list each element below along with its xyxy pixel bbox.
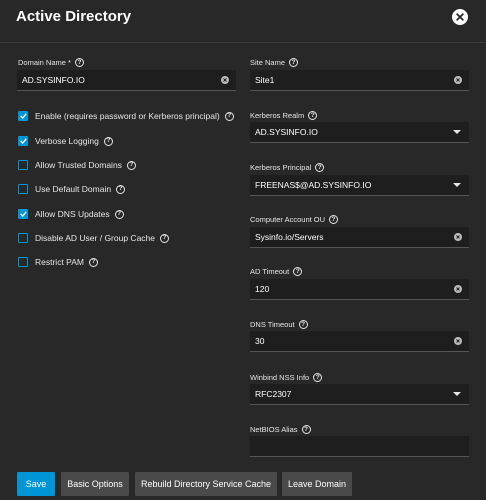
- clear-icon[interactable]: [454, 285, 462, 293]
- active-directory-dialog: Active Directory Domain Name * ? AD.SYSI…: [0, 0, 486, 500]
- checkbox-allow-dns-updates[interactable]: Allow DNS Updates ?: [18, 208, 124, 220]
- checkbox-label: Disable AD User / Group Cache: [35, 233, 155, 243]
- clear-icon[interactable]: [221, 76, 229, 84]
- check-icon[interactable]: [18, 209, 28, 219]
- checkbox-label: Use Default Domain: [35, 184, 112, 194]
- checkbox-label: Enable (requires password or Kerberos pr…: [35, 111, 220, 121]
- clear-icon[interactable]: [454, 337, 462, 345]
- save-button[interactable]: Save: [17, 472, 55, 496]
- dialog-title: Active Directory: [16, 8, 132, 25]
- checkbox-verbose-logging[interactable]: Verbose Logging ?: [18, 135, 113, 147]
- ad-timeout-label: AD Timeout ?: [250, 267, 303, 276]
- help-icon[interactable]: ?: [329, 215, 339, 224]
- help-icon[interactable]: ?: [116, 184, 126, 194]
- help-icon[interactable]: ?: [88, 257, 98, 267]
- close-icon[interactable]: [452, 9, 468, 25]
- help-icon[interactable]: ?: [298, 320, 308, 329]
- checkbox-enable[interactable]: Enable (requires password or Kerberos pr…: [18, 110, 234, 122]
- netbios-alias-input[interactable]: [250, 436, 469, 457]
- caret-down-icon[interactable]: [453, 130, 461, 134]
- checkbox-use-default-domain[interactable]: Use Default Domain ?: [18, 183, 126, 195]
- kerberos-realm-label: Kerberos Realm ?: [250, 111, 318, 120]
- help-icon[interactable]: ?: [315, 163, 325, 172]
- kerberos-principal-select[interactable]: FREENAS$@AD.SYSINFO.IO: [250, 175, 469, 196]
- checkbox-box[interactable]: [18, 160, 28, 170]
- help-icon[interactable]: ?: [293, 267, 303, 276]
- help-icon[interactable]: ?: [313, 373, 323, 382]
- checkbox-label: Allow Trusted Domains: [35, 160, 122, 170]
- checkbox-label: Verbose Logging: [35, 136, 99, 146]
- help-icon[interactable]: ?: [224, 111, 234, 121]
- help-icon[interactable]: ?: [126, 160, 136, 170]
- help-icon[interactable]: ?: [308, 111, 318, 120]
- leave-domain-button[interactable]: Leave Domain: [282, 472, 352, 496]
- help-icon[interactable]: ?: [301, 425, 311, 434]
- winbind-nss-info-label: Winbind NSS Info ?: [250, 373, 323, 382]
- rebuild-cache-button[interactable]: Rebuild Directory Service Cache: [135, 472, 277, 496]
- check-icon[interactable]: [18, 136, 28, 146]
- site-name-input[interactable]: Site1: [250, 70, 469, 91]
- clear-icon[interactable]: [454, 76, 462, 84]
- site-name-label: Site Name ?: [250, 58, 299, 67]
- checkbox-restrict-pam[interactable]: Restrict PAM ?: [18, 256, 98, 268]
- check-icon[interactable]: [18, 111, 28, 121]
- help-icon[interactable]: ?: [103, 136, 113, 146]
- help-icon[interactable]: ?: [114, 209, 124, 219]
- winbind-nss-info-select[interactable]: RFC2307: [250, 384, 469, 405]
- ad-timeout-input[interactable]: 120: [250, 279, 469, 300]
- checkbox-label: Restrict PAM: [35, 257, 84, 267]
- domain-name-input[interactable]: AD.SYSINFO.IO: [17, 70, 236, 91]
- dns-timeout-input[interactable]: 30: [250, 331, 469, 352]
- checkbox-box[interactable]: [18, 257, 28, 267]
- kerberos-realm-select[interactable]: AD.SYSINFO.IO: [250, 122, 469, 143]
- checkbox-disable-ad-cache[interactable]: Disable AD User / Group Cache ?: [18, 232, 169, 244]
- header-divider: [0, 42, 486, 43]
- help-icon[interactable]: ?: [74, 58, 84, 67]
- basic-options-button[interactable]: Basic Options: [61, 472, 129, 496]
- dialog-header: Active Directory: [0, 0, 486, 36]
- checkbox-allow-trusted-domains[interactable]: Allow Trusted Domains ?: [18, 159, 136, 171]
- computer-account-ou-input[interactable]: Sysinfo.io/Servers: [250, 227, 469, 248]
- checkbox-box[interactable]: [18, 233, 28, 243]
- caret-down-icon[interactable]: [453, 183, 461, 187]
- help-icon[interactable]: ?: [160, 233, 169, 243]
- checkbox-box[interactable]: [18, 184, 28, 194]
- domain-name-label: Domain Name * ?: [18, 58, 84, 67]
- kerberos-principal-label: Kerberos Principal ?: [250, 163, 325, 172]
- dns-timeout-label: DNS Timeout ?: [250, 320, 308, 329]
- checkbox-label: Allow DNS Updates: [35, 209, 110, 219]
- netbios-alias-label: NetBIOS Alias ?: [250, 425, 311, 434]
- help-icon[interactable]: ?: [289, 58, 299, 67]
- computer-account-ou-label: Computer Account OU ?: [250, 215, 339, 224]
- caret-down-icon[interactable]: [453, 392, 461, 396]
- clear-icon[interactable]: [454, 233, 462, 241]
